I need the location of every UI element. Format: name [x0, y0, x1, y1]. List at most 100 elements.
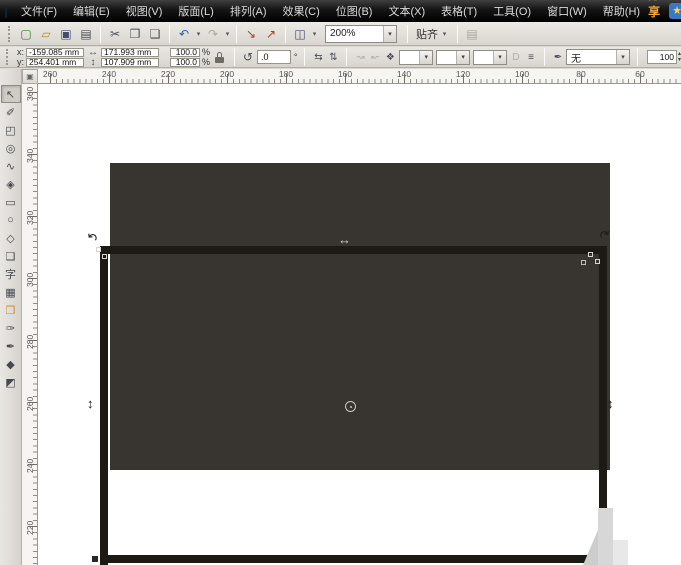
drawing-canvas[interactable]: ↶ ↔ ↷ ↕ ↕ [38, 84, 681, 565]
redo-icon[interactable]: ↷ [203, 24, 223, 44]
mirror-horizontal-icon[interactable]: ⇆ [312, 52, 324, 63]
corner-radius-combo-1[interactable]: ▾ [399, 49, 434, 65]
corner-node-icon[interactable] [595, 259, 600, 264]
skew-handle-top-center[interactable]: ↔ [338, 232, 351, 247]
hruler-tick-label: 180 [278, 69, 294, 79]
convert-to-curves-icon[interactable]: ❖ [384, 52, 396, 63]
vruler-tick-label: 260 [25, 396, 35, 411]
opacity-value[interactable]: 100 [646, 50, 677, 64]
menu-tools[interactable]: 工具(O) [485, 0, 539, 22]
mirror-vertical-icon[interactable]: ⇅ [327, 52, 339, 63]
export-icon[interactable]: ↗ [261, 24, 281, 44]
share-qzone-icon[interactable]: ★ [669, 3, 681, 19]
object-width-field[interactable]: 171.993 mm [101, 47, 160, 57]
object-height-field[interactable]: 107.909 mm [101, 57, 160, 67]
chevron-down-icon[interactable]: ▾ [493, 50, 507, 64]
copy-icon[interactable]: ❐ [125, 24, 145, 44]
rotation-center-marker[interactable] [345, 401, 356, 412]
corner-node-icon[interactable] [96, 247, 101, 252]
dimension-icon[interactable]: D [510, 52, 522, 63]
skew-handle-right-middle[interactable]: ↕ [607, 396, 614, 411]
basic-shapes-tool[interactable]: ❑ [1, 247, 21, 265]
lock-ratio-icon[interactable] [213, 49, 227, 65]
scale-x-field[interactable]: 100.0 [170, 47, 201, 57]
horizontal-ruler[interactable]: 260 240 220 200 180 160 140 120 100 80 60 [38, 69, 681, 84]
ruler-origin-button[interactable]: ▣ [22, 69, 38, 84]
shape-tool[interactable]: ✐ [1, 103, 21, 121]
zoom-tool[interactable]: ◎ [1, 139, 21, 157]
blend-tool[interactable]: ❒ [1, 301, 21, 319]
skew-handle-left-middle[interactable]: ↕ [87, 396, 94, 411]
corner-radius-combo-2[interactable]: ▾ [436, 49, 471, 65]
zoom-level-combo[interactable]: 200% ▾ [325, 24, 397, 43]
polygon-tool[interactable]: ◇ [1, 229, 21, 247]
scale-y-field[interactable]: 100.0 [170, 57, 201, 67]
menu-file[interactable]: 文件(F) [13, 0, 65, 22]
fill-tool[interactable]: ◆ [1, 355, 21, 373]
menu-help[interactable]: 帮助(H) [595, 0, 648, 22]
save-icon[interactable]: ▣ [56, 24, 76, 44]
toolbar-grip[interactable] [8, 25, 11, 42]
pick-tool[interactable]: ↖ [0, 85, 21, 103]
chamfer-icon[interactable]: ↝ [354, 52, 366, 63]
chevron-down-icon[interactable]: ▾ [194, 30, 203, 38]
chevron-down-icon[interactable]: ▾ [456, 50, 470, 64]
undo-icon[interactable]: ↶ [174, 24, 194, 44]
crop-tool[interactable]: ◰ [1, 121, 21, 139]
dark-rectangle-object[interactable] [110, 163, 610, 470]
ellipse-tool[interactable]: ○ [1, 211, 21, 229]
opacity-spinner[interactable]: 100 ▴ ▾ [646, 50, 681, 64]
watermark-shape [598, 508, 613, 565]
options-icon[interactable]: ▤ [462, 24, 482, 44]
corner-radius-combo-3[interactable]: ▾ [473, 49, 508, 65]
menu-window[interactable]: 窗口(W) [539, 0, 595, 22]
vertical-ruler[interactable]: 360 340 320 300 280 260 240 220 [22, 84, 38, 565]
handle-bottom-left[interactable] [92, 556, 98, 562]
new-document-icon[interactable]: ▢ [16, 24, 36, 44]
menu-table[interactable]: 表格(T) [433, 0, 485, 22]
x-position-field[interactable]: -159.085 mm [26, 47, 85, 57]
corner-node-icon[interactable] [102, 254, 107, 259]
chevron-down-icon[interactable]: ▾ [223, 30, 232, 38]
rotation-angle-field[interactable]: .0 [256, 50, 291, 64]
corner-node-icon[interactable] [588, 252, 593, 257]
chevron-down-icon[interactable]: ▾ [419, 50, 433, 64]
chevron-down-icon[interactable]: ▾ [310, 30, 319, 38]
table-tool[interactable]: ▦ [1, 283, 21, 301]
text-wrap-icon[interactable]: ≡ [525, 52, 537, 63]
chevron-down-icon[interactable]: ▾ [383, 25, 396, 42]
outline-pen-tool[interactable]: ✒ [1, 337, 21, 355]
print-icon[interactable]: ▤ [76, 24, 96, 44]
text-tool[interactable]: 字 [1, 265, 21, 283]
rotate-handle-top-left[interactable]: ↶ [82, 228, 101, 247]
interactive-fill-tool[interactable]: ◩ [1, 373, 21, 391]
smart-fill-tool[interactable]: ◈ [1, 175, 21, 193]
paste-icon[interactable]: ❏ [145, 24, 165, 44]
menu-bitmaps[interactable]: 位图(B) [328, 0, 381, 22]
fillet-icon[interactable]: ↜ [369, 52, 381, 63]
propbar-grip[interactable] [6, 49, 9, 65]
frame-rectangle-bottom-edge[interactable] [100, 555, 607, 563]
freehand-tool[interactable]: ∿ [1, 157, 21, 175]
snap-to-button[interactable]: 贴齐 ▾ [412, 24, 453, 44]
chevron-down-icon[interactable]: ▾ [440, 30, 449, 38]
menu-text[interactable]: 文本(X) [380, 0, 433, 22]
frame-rectangle-left-edge[interactable] [100, 246, 108, 565]
menu-view[interactable]: 视图(V) [118, 0, 171, 22]
y-position-field[interactable]: 254.401 mm [26, 57, 85, 67]
outline-width-combo[interactable]: 无 ▾ [565, 49, 630, 65]
menu-layout[interactable]: 版面(L) [170, 0, 221, 22]
cut-icon[interactable]: ✂ [105, 24, 125, 44]
eyedropper-tool[interactable]: ✑ [1, 319, 21, 337]
menu-edit[interactable]: 编辑(E) [65, 0, 118, 22]
menu-arrange[interactable]: 排列(A) [222, 0, 275, 22]
welcome-screen-icon[interactable]: ◫ [290, 24, 310, 44]
menu-effects[interactable]: 效果(C) [275, 0, 328, 22]
import-icon[interactable]: ↘ [241, 24, 261, 44]
rectangle-tool[interactable]: ▭ [1, 193, 21, 211]
frame-rectangle-top-edge[interactable] [100, 246, 607, 254]
corner-node-icon[interactable] [581, 260, 586, 265]
open-icon[interactable]: ▱ [36, 24, 56, 44]
x-label: x: [17, 47, 25, 57]
chevron-down-icon[interactable]: ▾ [615, 50, 629, 64]
